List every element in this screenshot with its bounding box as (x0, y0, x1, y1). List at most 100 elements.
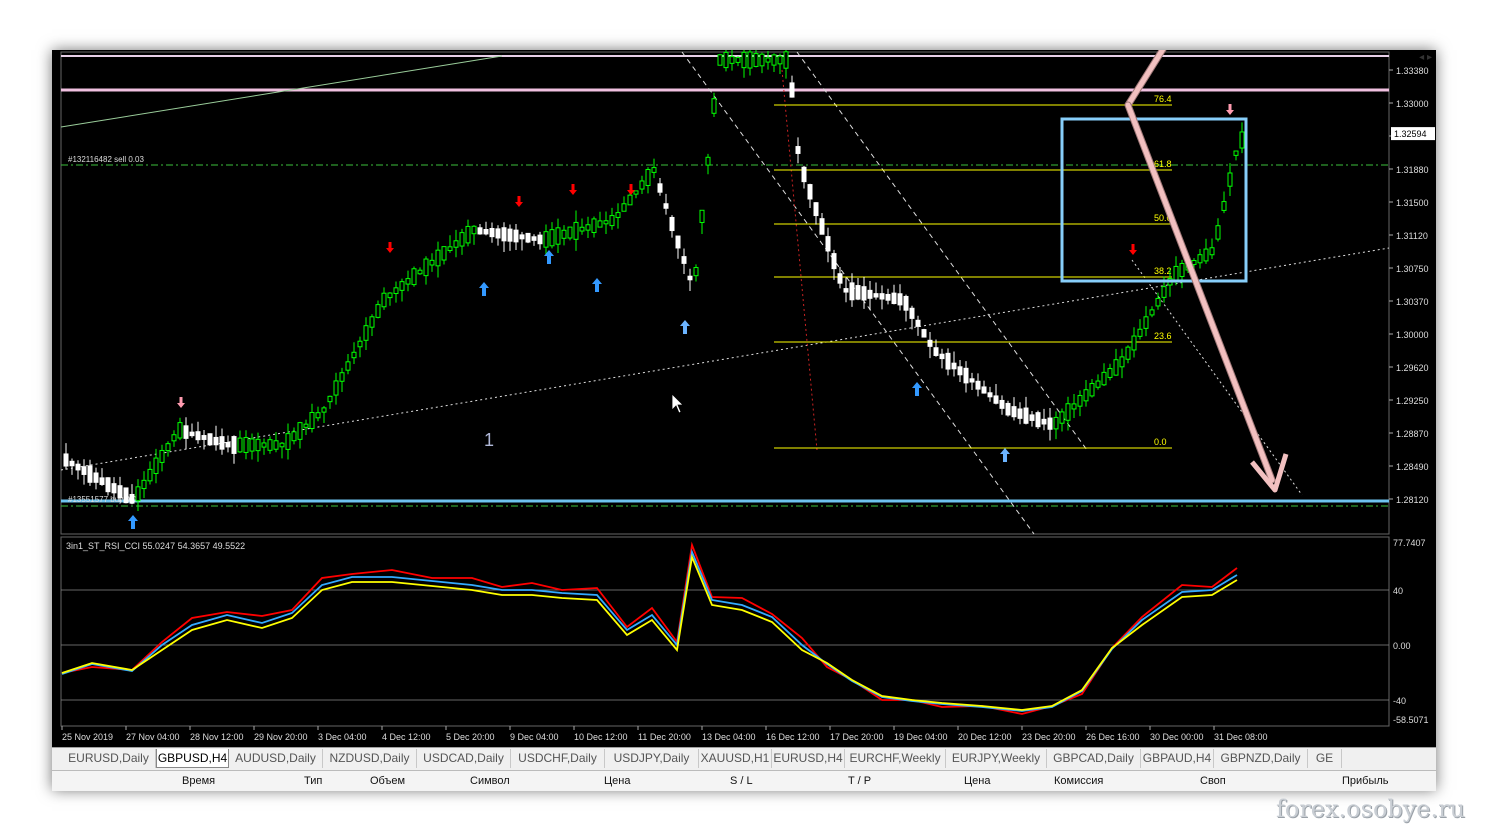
candle-body[interactable] (777, 55, 783, 65)
candle-body[interactable] (735, 57, 741, 63)
signal-up-arrow[interactable] (592, 278, 602, 292)
candle-body[interactable] (465, 225, 471, 244)
candle-body[interactable] (957, 366, 963, 376)
candle-body[interactable] (837, 273, 843, 284)
candle-body[interactable] (351, 351, 357, 359)
column-header[interactable]: Время (182, 775, 215, 787)
candle-body[interactable] (861, 286, 867, 301)
candle-body[interactable] (675, 235, 681, 249)
candle-body[interactable] (657, 183, 663, 193)
candle-body[interactable] (141, 479, 147, 490)
candle-body[interactable] (855, 285, 861, 300)
candle-body[interactable] (345, 361, 351, 371)
candle-body[interactable] (231, 436, 237, 454)
candle-body[interactable] (909, 307, 915, 319)
candle-body[interactable] (405, 278, 411, 285)
signal-down-arrow[interactable] (1226, 104, 1234, 115)
candle-body[interactable] (1197, 254, 1203, 264)
candle-body[interactable] (591, 218, 597, 234)
candle-body[interactable] (933, 347, 939, 356)
candle-body[interactable] (75, 463, 81, 471)
candle-body[interactable] (609, 215, 615, 227)
candle-body[interactable] (651, 167, 657, 173)
candle-body[interactable] (1107, 368, 1113, 378)
candle-body[interactable] (891, 292, 897, 305)
column-header[interactable]: Объем (370, 775, 405, 787)
candle-body[interactable] (213, 436, 219, 446)
candle-body[interactable] (969, 378, 975, 383)
signal-up-arrow[interactable] (680, 320, 690, 334)
candle-body[interactable] (363, 325, 369, 341)
candle-body[interactable] (705, 156, 711, 166)
candle-body[interactable] (975, 380, 981, 390)
candle-body[interactable] (1203, 248, 1209, 262)
candle-body[interactable] (549, 229, 555, 247)
candle-body[interactable] (429, 259, 435, 266)
candle-body[interactable] (129, 493, 135, 504)
candle-body[interactable] (495, 228, 501, 239)
candle-body[interactable] (963, 367, 969, 384)
candle-body[interactable] (693, 267, 699, 277)
candle-body[interactable] (207, 433, 213, 446)
candle-body[interactable] (537, 234, 543, 245)
candle-body[interactable] (873, 293, 879, 298)
candle-body[interactable] (825, 236, 831, 252)
candle-body[interactable] (729, 56, 735, 64)
candle-body[interactable] (915, 319, 921, 327)
candle-body[interactable] (1065, 403, 1071, 421)
candle-body[interactable] (105, 477, 111, 493)
candle-body[interactable] (585, 224, 591, 231)
candle-body[interactable] (1089, 383, 1095, 397)
candle-body[interactable] (333, 380, 339, 396)
chart-tab-usdjpy-daily[interactable]: USDJPY,Daily (605, 749, 699, 768)
candle-body[interactable] (921, 329, 927, 338)
candle-body[interactable] (261, 442, 267, 448)
candle-body[interactable] (87, 465, 93, 483)
target-zone-box[interactable] (1060, 117, 1248, 283)
candle-body[interactable] (111, 483, 117, 494)
channel-line-2[interactable] (796, 51, 1088, 451)
candle-body[interactable] (801, 166, 807, 183)
column-header[interactable]: T / P (848, 775, 871, 787)
candle-body[interactable] (489, 228, 495, 238)
candle-body[interactable] (627, 194, 633, 206)
candle-body[interactable] (531, 236, 537, 241)
candle-body[interactable] (1125, 346, 1131, 360)
tab-scroll-arrows[interactable]: ◂ ▸ (1419, 52, 1432, 63)
candle-body[interactable] (981, 386, 987, 394)
candle-body[interactable] (237, 437, 243, 453)
candle-body[interactable] (717, 54, 723, 66)
candle-body[interactable] (573, 221, 579, 240)
candle-body[interactable] (135, 486, 141, 502)
chart-tab-gbpusd-h4[interactable]: GBPUSD,H4 (156, 749, 229, 768)
candle-body[interactable] (63, 453, 69, 467)
candle-body[interactable] (471, 225, 477, 235)
chart-tab-eurchf-weekly[interactable]: EURCHF,Weekly (845, 749, 946, 768)
column-header[interactable]: Цена (964, 775, 990, 787)
candle-body[interactable] (381, 292, 387, 308)
candle-body[interactable] (879, 293, 885, 300)
candle-body[interactable] (99, 477, 105, 485)
candle-body[interactable] (255, 438, 261, 452)
candle-body[interactable] (273, 440, 279, 450)
candle-body[interactable] (819, 218, 825, 235)
candle-body[interactable] (771, 54, 777, 66)
candle-body[interactable] (645, 169, 651, 186)
candle-body[interactable] (567, 226, 573, 239)
candle-body[interactable] (1053, 416, 1059, 430)
candle-body[interactable] (321, 407, 327, 413)
candle-body[interactable] (741, 51, 747, 69)
candle-body[interactable] (459, 232, 465, 247)
chart-tab-gbpnzd-daily[interactable]: GBPNZD,Daily (1214, 749, 1308, 768)
candle-body[interactable] (171, 434, 177, 442)
candle-body[interactable] (1227, 172, 1233, 187)
candle-body[interactable] (411, 268, 417, 286)
candle-body[interactable] (1041, 418, 1047, 425)
fib-anchor-line[interactable] (781, 69, 818, 451)
candle-body[interactable] (267, 439, 273, 451)
signal-down-arrow[interactable] (386, 242, 394, 253)
candle-body[interactable] (93, 472, 99, 483)
candle-body[interactable] (561, 229, 567, 239)
candle-body[interactable] (159, 449, 165, 463)
candle-body[interactable] (639, 180, 645, 190)
